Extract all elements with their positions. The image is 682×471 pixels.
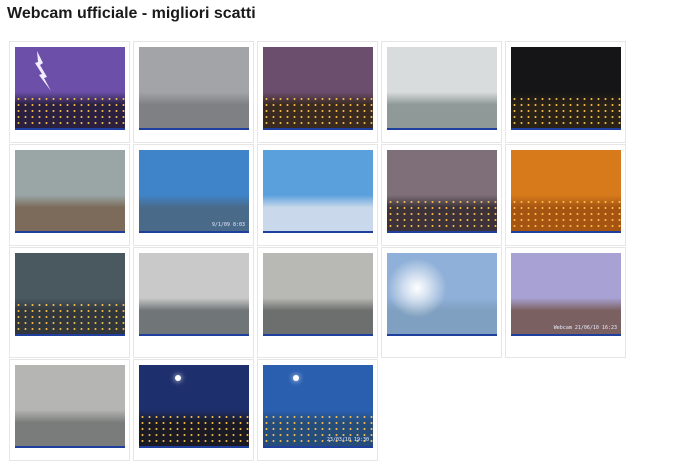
gallery-cell[interactable] xyxy=(9,359,130,461)
gallery-cell[interactable] xyxy=(9,247,130,358)
thumb-sky xyxy=(511,253,621,302)
thumb-dark-storm[interactable] xyxy=(15,253,125,336)
city-lights xyxy=(511,95,621,128)
thumb-sky xyxy=(139,253,249,302)
thumb-timestamp: 23/03/10 19:30 xyxy=(326,437,369,443)
city-lights xyxy=(263,95,373,128)
thumb-rain-window[interactable] xyxy=(263,253,373,336)
thumb-sky xyxy=(511,47,621,96)
thumb-rain-drops[interactable] xyxy=(15,365,125,448)
gallery-cell[interactable] xyxy=(381,247,502,358)
gallery-cell[interactable] xyxy=(505,144,626,246)
gallery-cell[interactable] xyxy=(133,359,254,461)
thumb-snow-blue[interactable] xyxy=(263,150,373,233)
thumb-sky xyxy=(139,150,249,199)
sun-glare xyxy=(387,258,447,318)
thumb-city xyxy=(263,194,373,231)
gallery-cell[interactable]: 9/1/09 8:03 xyxy=(133,144,254,246)
thumb-dusk-city[interactable] xyxy=(387,150,497,233)
thumb-city xyxy=(15,194,125,231)
thumb-sky xyxy=(15,253,125,302)
moon-icon xyxy=(293,375,299,381)
thumb-fireworks[interactable] xyxy=(511,47,621,130)
photo-gallery: 9/1/09 8:03 Webcam 21/06/10 16:23 23/03/10… xyxy=(9,41,639,461)
city-lights xyxy=(15,301,125,334)
gallery-cell[interactable] xyxy=(133,247,254,358)
thumb-timestamp: 9/1/09 8:03 xyxy=(211,222,245,228)
thumb-clouds-day[interactable] xyxy=(15,150,125,233)
lightning-bolt-icon xyxy=(35,51,51,91)
thumb-haze-purple[interactable]: Webcam 21/06/10 16:23 xyxy=(511,253,621,336)
thumb-sky xyxy=(263,47,373,96)
city-lights xyxy=(387,198,497,231)
thumb-sun-fog[interactable] xyxy=(387,253,497,336)
gallery-cell[interactable] xyxy=(257,41,378,143)
thumb-orange-storm[interactable] xyxy=(511,150,621,233)
thumb-sky xyxy=(139,365,249,414)
thumb-timestamp: Webcam 21/06/10 16:23 xyxy=(553,325,617,331)
thumb-sky xyxy=(15,365,125,414)
thumb-storm-bright[interactable] xyxy=(139,253,249,336)
gallery-cell[interactable] xyxy=(9,41,130,143)
thumb-sky xyxy=(511,150,621,199)
gallery-cell[interactable] xyxy=(257,247,378,358)
thumb-sky xyxy=(15,47,125,96)
gallery-row: 23/03/10 19:30 xyxy=(9,359,639,461)
gallery-cell[interactable]: 23/03/10 19:30 xyxy=(257,359,378,461)
gallery-row: Webcam 21/06/10 16:23 xyxy=(9,247,639,358)
thumb-sunset-night[interactable] xyxy=(263,47,373,130)
thumb-sky xyxy=(139,47,249,96)
thumb-sky xyxy=(263,150,373,199)
gallery-cell[interactable] xyxy=(9,144,130,246)
gallery-row xyxy=(9,41,639,143)
moon-icon xyxy=(175,375,181,381)
gallery-cell[interactable] xyxy=(505,41,626,143)
thumb-lightning-night[interactable] xyxy=(15,47,125,130)
thumb-moon-blue[interactable]: 23/03/10 19:30 xyxy=(263,365,373,448)
thumb-sky xyxy=(387,47,497,96)
thumb-moon-night[interactable] xyxy=(139,365,249,448)
thumb-clear-blue[interactable]: 9/1/09 8:03 xyxy=(139,150,249,233)
thumb-city xyxy=(139,297,249,334)
city-lights xyxy=(15,95,125,128)
thumb-sky xyxy=(15,150,125,199)
city-lights xyxy=(139,413,249,446)
thumb-city xyxy=(263,297,373,334)
thumb-sky xyxy=(387,150,497,199)
thumb-fog-bright[interactable] xyxy=(387,47,497,130)
gallery-cell[interactable] xyxy=(257,144,378,246)
city-lights xyxy=(511,198,621,231)
gallery-cell[interactable] xyxy=(381,144,502,246)
thumb-city xyxy=(387,91,497,128)
thumb-sky xyxy=(263,365,373,414)
gallery-cell[interactable]: Webcam 21/06/10 16:23 xyxy=(505,247,626,358)
thumb-city xyxy=(15,409,125,446)
thumb-city xyxy=(139,91,249,128)
gallery-cell[interactable] xyxy=(133,41,254,143)
thumb-rain-grey[interactable] xyxy=(139,47,249,130)
page-title: Webcam ufficiale - migliori scatti xyxy=(7,5,256,22)
gallery-cell[interactable] xyxy=(381,41,502,143)
thumb-sky xyxy=(263,253,373,302)
gallery-row: 9/1/09 8:03 xyxy=(9,144,639,246)
